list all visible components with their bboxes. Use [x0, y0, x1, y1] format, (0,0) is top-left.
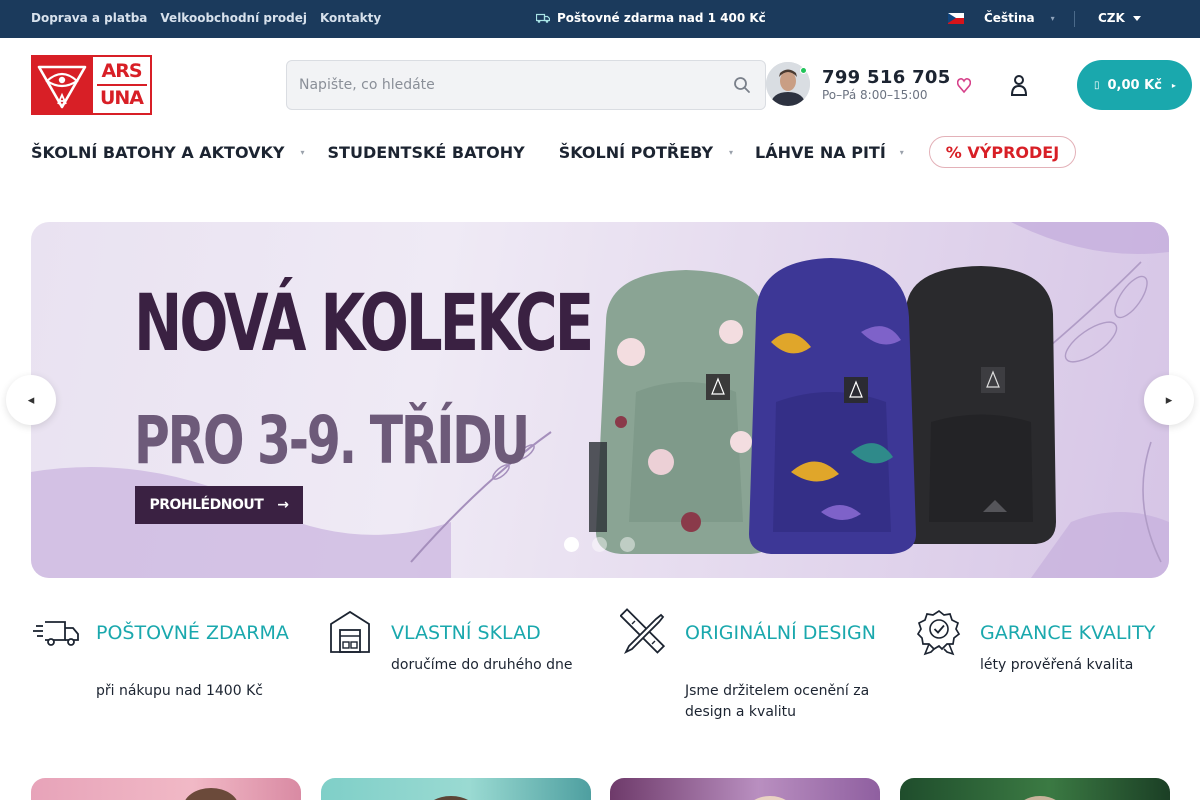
wishlist-icon[interactable] — [957, 76, 971, 94]
backpack-purple-leaves-image — [749, 258, 916, 554]
nav-label: STUDENTSKÉ BATOHY — [327, 142, 525, 162]
feature-title: VLASTNÍ SKLAD — [391, 622, 541, 644]
category-card-4[interactable] — [900, 778, 1170, 800]
hero-banner[interactable]: NOVÁ KOLEKCE PRO 3-9. TŘÍDU PROHLÉDNOUT … — [31, 222, 1169, 578]
design-tools-icon — [620, 608, 666, 655]
nav-item-school-supplies[interactable]: ŠKOLNÍ POTŘEBY ▾ — [559, 143, 755, 162]
category-card-image — [185, 788, 237, 800]
feature-title: ORIGINÁLNÍ DESIGN — [685, 622, 876, 644]
feature-description: doručíme do druhého dne — [391, 657, 573, 673]
logo-emblem-icon — [31, 55, 93, 115]
nav-label: LÁHVE NA PITÍ — [755, 142, 886, 162]
category-card-2[interactable] — [321, 778, 591, 800]
chevron-right-icon: ▸ — [1171, 80, 1176, 90]
nav-item-sale[interactable]: % VÝPRODEJ — [929, 136, 1076, 168]
slider-next-button[interactable]: ▸ — [1144, 375, 1194, 425]
chevron-down-icon: ▾ — [729, 147, 734, 157]
language-label: Čeština — [984, 11, 1035, 25]
category-card-image — [433, 796, 469, 800]
nav-item-student-backpacks[interactable]: STUDENTSKÉ BATOHY — [328, 143, 525, 162]
category-card-3[interactable] — [610, 778, 880, 800]
currency-label: CZK — [1098, 11, 1125, 25]
chevron-down-icon: ▾ — [899, 147, 904, 157]
phone-number[interactable]: 799 516 705 — [822, 67, 951, 88]
slider-prev-button[interactable]: ◂ — [6, 375, 56, 425]
link-wholesale[interactable]: Velkoobchodní prodej — [160, 11, 307, 25]
warehouse-icon — [330, 610, 370, 653]
main-nav: ŠKOLNÍ BATOHY A AKTOVKY ▾ STUDENTSKÉ BAT… — [31, 136, 904, 168]
chevron-down-icon: ▾ — [300, 147, 305, 157]
caret-down-icon — [1132, 15, 1141, 21]
divider — [1074, 11, 1075, 27]
top-bar: Doprava a platba Velkoobchodní prodej Ko… — [0, 0, 1200, 38]
category-card-1[interactable] — [31, 778, 301, 800]
link-contacts[interactable]: Kontakty — [320, 11, 381, 25]
online-status-dot — [800, 67, 807, 74]
cart-total: 0,00 Kč — [1107, 77, 1162, 93]
chevron-left-icon: ◂ — [27, 392, 35, 408]
hero-title: NOVÁ KOLEKCE — [134, 279, 594, 369]
slider-dot-1[interactable] — [564, 537, 579, 552]
nav-label: ŠKOLNÍ BATOHY A AKTOVKY — [31, 142, 285, 162]
hero-decor-leaves-illustration — [31, 222, 1169, 578]
user-account-icon[interactable] — [1010, 74, 1028, 96]
logo-wordmark: ARS UNA — [93, 55, 152, 115]
czech-flag-icon — [948, 12, 964, 24]
hero-cta-label: PROHLÉDNOUT — [149, 497, 264, 513]
category-card-image — [754, 796, 786, 800]
link-shipping-payment[interactable]: Doprava a platba — [31, 11, 147, 25]
nav-item-water-bottles[interactable]: LÁHVE NA PITÍ ▾ — [755, 143, 904, 162]
logo[interactable]: ARS UNA — [31, 55, 152, 115]
free-shipping-promo: Poštovné zdarma nad 1 400 Kč — [536, 11, 766, 25]
currency-selector[interactable]: CZK — [1098, 11, 1141, 25]
feature-title: GARANCE KVALITY — [980, 622, 1156, 644]
logo-word-una: UNA — [99, 87, 144, 109]
slider-dot-3[interactable] — [620, 537, 635, 552]
search-icon[interactable] — [733, 76, 751, 94]
slider-dot-2[interactable] — [592, 537, 607, 552]
category-card-image — [1024, 796, 1056, 800]
nav-label: ŠKOLNÍ POTŘEBY — [558, 142, 714, 162]
truck-icon — [33, 621, 79, 646]
search-input[interactable] — [299, 74, 699, 96]
quality-badge-icon — [916, 609, 961, 656]
cart-bag-icon: ▯ — [1094, 79, 1100, 91]
top-links: Doprava a platba Velkoobchodní prodej Ko… — [31, 11, 381, 25]
cart-button[interactable]: ▯ 0,00 Kč ▸ — [1077, 60, 1192, 110]
search-box — [286, 60, 766, 110]
arrow-right-icon: → — [277, 497, 289, 513]
slider-dots — [564, 537, 635, 552]
chevron-right-icon: ▸ — [1165, 392, 1173, 408]
feature-description: léty prověřená kvalita — [980, 657, 1134, 673]
feature-description: při nákupu nad 1400 Kč — [96, 683, 263, 699]
backpack-floral-image — [589, 270, 776, 554]
opening-hours: Po–Pá 8:00–15:00 — [822, 88, 928, 102]
feature-description: Jsme držitelem ocenění za design a kvali… — [685, 683, 870, 720]
chevron-down-icon: ▾ — [1050, 13, 1055, 23]
promo-text: Poštovné zdarma nad 1 400 Kč — [557, 11, 766, 25]
feature-title: POŠTOVNÉ ZDARMA — [96, 622, 289, 644]
logo-word-ars: ARS — [101, 60, 142, 82]
hero-cta-button[interactable]: PROHLÉDNOUT → — [135, 486, 303, 524]
nav-item-school-backpacks[interactable]: ŠKOLNÍ BATOHY A AKTOVKY ▾ — [31, 143, 328, 162]
truck-icon — [536, 13, 550, 23]
language-selector[interactable]: Čeština ▾ — [948, 11, 1055, 25]
hero-subtitle: PRO 3-9. TŘÍDU — [134, 402, 530, 479]
